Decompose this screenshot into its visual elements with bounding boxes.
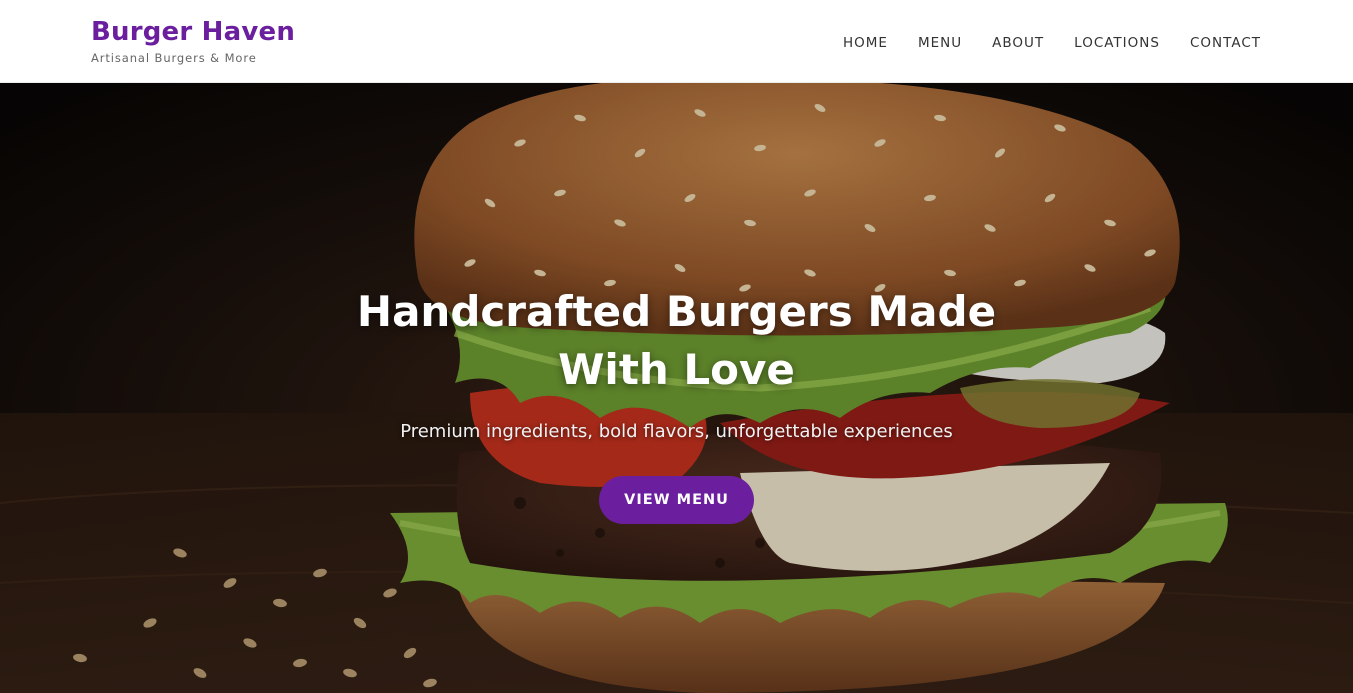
- main-nav: HOME MENU ABOUT LOCATIONS CONTACT: [813, 33, 1261, 53]
- hero-section: Handcrafted Burgers Made With Love Premi…: [0, 83, 1353, 693]
- hero-content: Handcrafted Burgers Made With Love Premi…: [0, 283, 1353, 524]
- nav-link-menu[interactable]: MENU: [918, 33, 962, 53]
- nav-link-locations[interactable]: LOCATIONS: [1074, 33, 1160, 53]
- nav-link-home[interactable]: HOME: [843, 33, 888, 53]
- brand[interactable]: Burger Haven Artisanal Burgers & More: [91, 16, 295, 65]
- view-menu-button[interactable]: VIEW MENU: [599, 476, 754, 524]
- site-header: Burger Haven Artisanal Burgers & More HO…: [0, 0, 1353, 83]
- brand-tagline: Artisanal Burgers & More: [91, 51, 257, 65]
- hero-subtitle: Premium ingredients, bold flavors, unfor…: [400, 421, 953, 442]
- nav-link-contact[interactable]: CONTACT: [1190, 33, 1261, 53]
- nav-link-about[interactable]: ABOUT: [992, 33, 1044, 53]
- hero-title: Handcrafted Burgers Made With Love: [356, 287, 997, 394]
- brand-name[interactable]: Burger Haven: [91, 16, 295, 48]
